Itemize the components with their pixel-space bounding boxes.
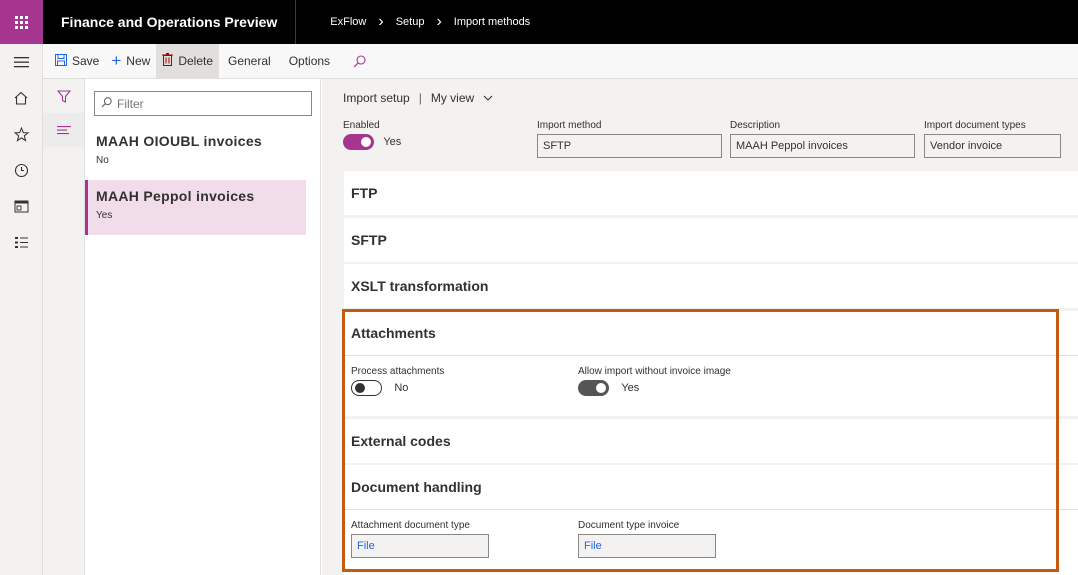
document-type-invoice-label: Document type invoice	[578, 520, 680, 531]
plus-icon: +	[111, 51, 122, 70]
record-list-pane: MAAH OIOUBL invoices No MAAH Peppol invo…	[85, 79, 321, 575]
document-type-invoice-field: Document type invoice File	[578, 520, 716, 558]
external-codes-section-header[interactable]: External codes	[344, 419, 1078, 463]
description-input[interactable]: MAAH Peppol invoices	[730, 134, 915, 158]
description-field: Description MAAH Peppol invoices	[730, 120, 915, 158]
import-document-types-field: Import document types Vendor invoice	[924, 120, 1061, 158]
app-title[interactable]: Finance and Operations Preview	[43, 0, 297, 44]
delete-label: Delete	[178, 54, 213, 68]
save-label: Save	[72, 54, 100, 68]
filter-rail	[43, 79, 85, 575]
delete-button[interactable]: Delete	[156, 43, 219, 79]
allow-import-field: Allow import without invoice image Yes	[578, 366, 731, 396]
list-item-title: MAAH OIOUBL invoices	[96, 133, 262, 149]
list-item-selected[interactable]: MAAH Peppol invoices Yes	[85, 180, 306, 235]
chevron-down-icon	[483, 94, 493, 105]
process-attachments-toggle[interactable]	[351, 380, 382, 396]
process-attachments-field: Process attachments No	[351, 366, 444, 396]
document-handling-section: Document handling Attachment document ty…	[344, 465, 1078, 575]
allow-import-label: Allow import without invoice image	[578, 366, 731, 377]
import-document-types-input[interactable]: Vendor invoice	[924, 134, 1061, 158]
breadcrumb-import-methods[interactable]: Import methods	[450, 16, 534, 28]
external-codes-section[interactable]: External codes	[344, 419, 1078, 463]
attachments-section-header[interactable]: Attachments	[344, 311, 1078, 355]
star-icon[interactable]	[0, 116, 43, 152]
list-item[interactable]: MAAH OIOUBL invoices No	[85, 125, 306, 180]
filter-input[interactable]	[117, 96, 297, 111]
navigation-rail	[0, 44, 43, 575]
import-method-label: Import method	[537, 120, 602, 131]
form-name: Import setup	[343, 91, 410, 105]
modules-list-icon[interactable]	[0, 224, 43, 260]
view-divider: |	[418, 91, 422, 105]
save-icon	[55, 53, 67, 69]
search-icon	[101, 96, 112, 111]
view-selector-bar: Import setup | My view	[343, 91, 493, 105]
list-item-title: MAAH Peppol invoices	[96, 188, 255, 204]
ftp-section-header[interactable]: FTP	[344, 171, 1078, 215]
workspace-icon[interactable]	[0, 188, 43, 224]
sftp-section-header[interactable]: SFTP	[344, 218, 1078, 262]
trash-icon	[162, 53, 174, 69]
action-pane: Save + New Delete General Options	[43, 43, 1078, 79]
import-method-field: Import method SFTP	[537, 120, 722, 158]
import-document-types-label: Import document types	[924, 120, 1026, 131]
chevron-right-icon: ›	[436, 13, 442, 30]
attachments-section-body: Process attachments No Allow import with…	[344, 355, 1078, 416]
xslt-section[interactable]: XSLT transformation	[344, 264, 1078, 308]
enabled-field: Enabled Yes	[343, 120, 401, 150]
attachment-document-type-input[interactable]: File	[351, 534, 489, 558]
list-item-enabled: Yes	[96, 210, 113, 221]
app-launcher-button[interactable]	[0, 0, 43, 44]
breadcrumb-setup[interactable]: Setup	[392, 16, 429, 28]
waffle-icon	[15, 15, 28, 29]
hamburger-menu-icon[interactable]	[0, 44, 43, 80]
breadcrumb-exflow[interactable]: ExFlow	[326, 16, 370, 28]
search-icon	[353, 54, 366, 67]
process-attachments-label: Process attachments	[351, 366, 445, 377]
enabled-label: Enabled	[343, 120, 380, 131]
filter-funnel-icon[interactable]	[43, 79, 84, 113]
description-label: Description	[730, 120, 781, 131]
chevron-right-icon: ›	[378, 13, 384, 30]
import-method-input[interactable]: SFTP	[537, 134, 722, 158]
list-view-icon[interactable]	[43, 113, 84, 147]
enabled-value: Yes	[383, 136, 402, 148]
attachments-section: Attachments Process attachments No Allow…	[344, 311, 1078, 416]
allow-import-value: Yes	[621, 382, 640, 394]
attachment-document-type-label: Attachment document type	[351, 520, 470, 531]
new-button[interactable]: + New	[105, 44, 156, 79]
allow-import-toggle[interactable]	[578, 380, 609, 396]
save-button[interactable]: Save	[49, 44, 105, 79]
xslt-section-header[interactable]: XSLT transformation	[344, 264, 1078, 308]
general-tab[interactable]: General	[219, 44, 280, 79]
view-name: My view	[430, 91, 475, 105]
options-tab[interactable]: Options	[280, 44, 339, 79]
search-button[interactable]	[339, 44, 380, 79]
clock-icon[interactable]	[0, 152, 43, 188]
sftp-section[interactable]: SFTP	[344, 218, 1078, 262]
view-selector[interactable]: My view	[431, 91, 493, 105]
home-icon[interactable]	[0, 80, 43, 116]
ftp-section[interactable]: FTP	[344, 171, 1078, 215]
new-label: New	[126, 54, 151, 68]
document-handling-section-body: Attachment document type File Document t…	[344, 509, 1078, 575]
list-item-enabled: No	[96, 155, 109, 166]
process-attachments-value: No	[394, 382, 409, 394]
filter-field[interactable]	[94, 91, 312, 116]
breadcrumb: ExFlow › Setup › Import methods	[326, 14, 534, 30]
attachment-document-type-field: Attachment document type File	[351, 520, 489, 558]
document-type-invoice-input[interactable]: File	[578, 534, 716, 558]
details-pane: Import setup | My view Enabled Yes Impor…	[322, 79, 1078, 575]
document-handling-section-header[interactable]: Document handling	[344, 465, 1078, 509]
enabled-toggle[interactable]	[343, 134, 374, 150]
top-bar: Finance and Operations Preview ExFlow › …	[0, 0, 1078, 44]
